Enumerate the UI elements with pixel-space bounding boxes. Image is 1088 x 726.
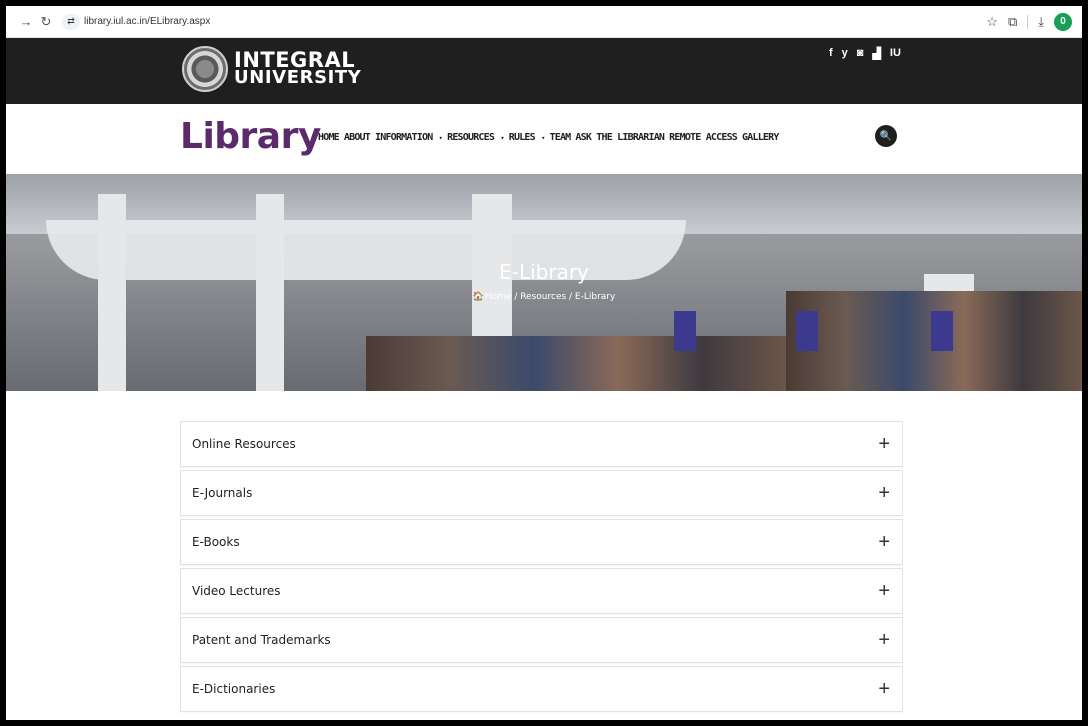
page-title: E-Library: [499, 260, 589, 284]
facebook-icon[interactable]: f: [829, 47, 833, 60]
hero-sign-decoration: [674, 311, 696, 351]
hero-banner: E-Library 🏠Home / Resources / E-Library: [6, 174, 1082, 391]
accordion-item-video-lectures[interactable]: Video Lectures +: [180, 568, 903, 614]
plus-icon[interactable]: +: [878, 434, 890, 454]
accordion-label: E-Dictionaries: [192, 682, 276, 696]
browser-toolbar: → ↻ ⇄ library.iul.ac.in/ELibrary.aspx ☆ …: [6, 6, 1082, 38]
search-icon[interactable]: 🔍: [875, 125, 897, 147]
nav-team[interactable]: TEAM: [550, 132, 572, 143]
nav-information[interactable]: INFORMATION ▾: [375, 132, 443, 143]
plus-icon[interactable]: +: [878, 532, 890, 552]
forward-icon[interactable]: →: [16, 12, 36, 32]
browser-window: → ↻ ⇄ library.iul.ac.in/ELibrary.aspx ☆ …: [6, 6, 1082, 720]
accordion-item-e-dictionaries[interactable]: E-Dictionaries +: [180, 666, 903, 712]
reload-icon[interactable]: ↻: [36, 12, 56, 32]
iu-icon[interactable]: IU: [890, 47, 901, 60]
accordion-item-patent-and-trademarks[interactable]: Patent and Trademarks +: [180, 617, 903, 663]
accordion-item-online-resources[interactable]: Online Resources +: [180, 421, 903, 467]
nav-about[interactable]: ABOUT: [344, 132, 371, 143]
site-top-header: INTEGRAL UNIVERSITY f y ◙ ▟ IU: [6, 38, 1082, 104]
main-navigation: Library HOME ABOUT INFORMATION ▾ RESOURC…: [6, 104, 1082, 174]
plus-icon[interactable]: +: [878, 581, 890, 601]
accordion-item-e-books[interactable]: E-Books +: [180, 519, 903, 565]
hero-sign-decoration: [931, 311, 953, 351]
nav-remote-access[interactable]: REMOTE ACCESS: [669, 132, 738, 143]
instagram-icon[interactable]: ◙: [857, 47, 864, 60]
social-links: f y ◙ ▟ IU: [829, 47, 901, 60]
hero-sign-decoration: [796, 311, 818, 351]
nav-gallery[interactable]: GALLERY: [742, 132, 779, 143]
hero-bookshelf-decoration: [366, 336, 786, 391]
breadcrumb-text[interactable]: Home / Resources / E-Library: [485, 292, 615, 302]
accordion-label: E-Books: [192, 535, 240, 549]
university-logo[interactable]: INTEGRAL UNIVERSITY: [182, 46, 361, 92]
extensions-icon[interactable]: ⧉: [1008, 14, 1017, 30]
chevron-down-icon: ▾: [500, 134, 504, 142]
home-icon[interactable]: 🏠: [473, 292, 484, 302]
toolbar-divider: [1027, 14, 1029, 29]
library-title[interactable]: Library: [180, 116, 321, 157]
nav-menu: HOME ABOUT INFORMATION ▾ RESOURCES ▾ RUL…: [318, 132, 779, 143]
plus-icon[interactable]: +: [878, 630, 890, 650]
nav-ask-the-librarian[interactable]: ASK THE LIBRARIAN: [575, 132, 665, 143]
nav-rules[interactable]: RULES ▾: [509, 132, 546, 143]
chevron-down-icon: ▾: [541, 134, 545, 142]
profile-avatar[interactable]: 0: [1054, 12, 1072, 31]
chevron-down-icon: ▾: [438, 134, 443, 142]
twitter-icon[interactable]: y: [842, 47, 848, 60]
site-settings-icon[interactable]: ⇄: [62, 13, 80, 30]
plus-icon[interactable]: +: [878, 483, 890, 503]
youtube-icon[interactable]: ▟: [872, 47, 880, 60]
accordion-label: Video Lectures: [192, 584, 281, 598]
address-bar[interactable]: library.iul.ac.in/ELibrary.aspx: [84, 16, 210, 27]
accordion: Online Resources + E-Journals + E-Books …: [180, 421, 903, 715]
accordion-item-e-journals[interactable]: E-Journals +: [180, 470, 903, 516]
logo-line-2: UNIVERSITY: [234, 67, 362, 88]
accordion-label: Patent and Trademarks: [192, 633, 331, 647]
accordion-label: E-Journals: [192, 486, 253, 500]
bookmark-star-icon[interactable]: ☆: [986, 14, 998, 30]
university-seal-icon: [182, 46, 228, 92]
plus-icon[interactable]: +: [878, 679, 890, 699]
nav-resources[interactable]: RESOURCES ▾: [447, 132, 505, 143]
breadcrumb: 🏠Home / Resources / E-Library: [6, 292, 1082, 302]
nav-home[interactable]: HOME: [318, 132, 340, 143]
accordion-label: Online Resources: [192, 437, 296, 451]
download-icon[interactable]: ⤓: [1038, 14, 1044, 30]
